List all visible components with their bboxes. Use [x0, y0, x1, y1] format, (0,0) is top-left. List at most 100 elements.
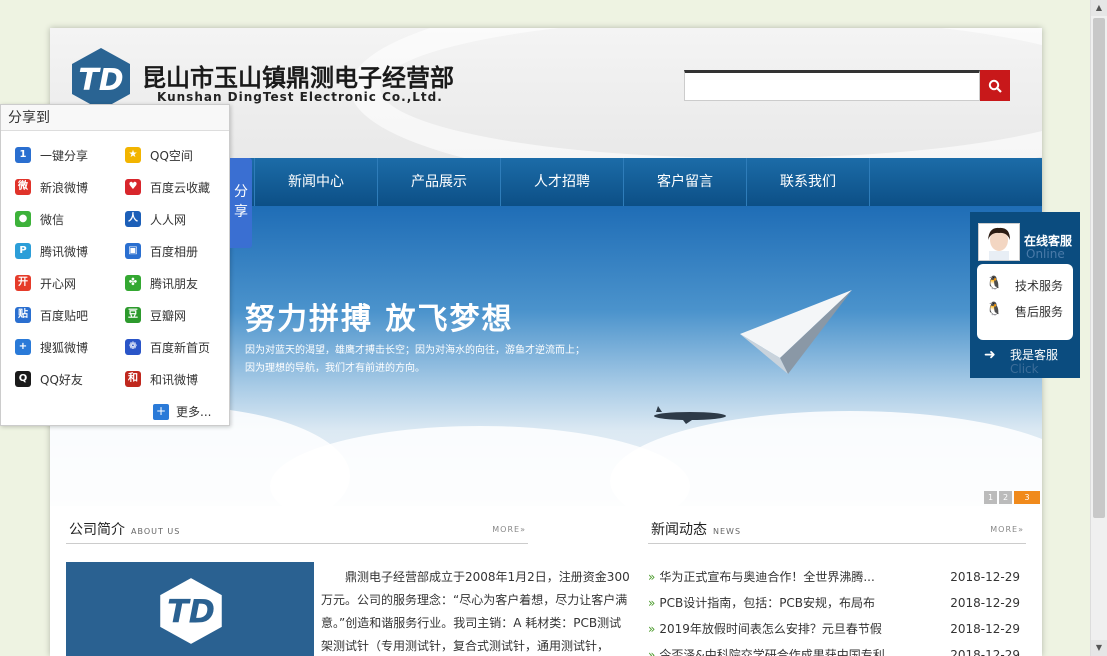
news-item-date: 2018-12-29: [950, 596, 1020, 610]
news-item[interactable]: » 2019年放假时间表怎么安排？元旦春节假 2018-12-29: [648, 618, 1026, 644]
share-item[interactable]: 豆豆瓣网: [125, 305, 225, 325]
about-section: 公司简介 ABOUT US MORE» TD 鼎测电子经营部成立于2008年1月2…: [66, 514, 630, 656]
renren-icon: 人: [125, 211, 141, 227]
scrollbar-thumb[interactable]: [1093, 18, 1105, 518]
news-item-title[interactable]: 华为正式宣布与奥迪合作！全世界沸腾...: [659, 566, 887, 592]
search-button[interactable]: [980, 70, 1010, 101]
company-logo-icon[interactable]: TD: [68, 46, 134, 112]
about-image: TD: [66, 562, 314, 656]
share-item-label: 一键分享: [40, 148, 89, 163]
share-item-label: 人人网: [150, 212, 187, 227]
news-item-date: 2018-12-29: [950, 648, 1020, 656]
share-item[interactable]: 1 一键分享: [15, 145, 115, 165]
about-text: 鼎测电子经营部成立于2008年1月2日，注册资金300万元。公司的服务理念：“尽…: [321, 570, 630, 653]
share-item-label: 新浪微博: [40, 180, 89, 195]
news-item-date: 2018-12-29: [950, 570, 1020, 584]
customer-service-widget: 在线客服 Online 🐧 技术服务 🐧 售后服务 ➜ 我是客服 Click: [970, 212, 1080, 378]
scroll-up-arrow-icon[interactable]: ▲: [1091, 0, 1107, 16]
nav-item-jobs[interactable]: 人才招聘: [501, 158, 624, 206]
hexun-icon: 和: [125, 371, 141, 387]
about-more-link[interactable]: MORE»: [492, 525, 526, 534]
scroll-down-arrow-icon[interactable]: ▼: [1091, 640, 1107, 656]
share-item[interactable]: 和和讯微博: [125, 369, 225, 389]
cs-tech-service-link[interactable]: 🐧 技术服务: [986, 276, 1063, 294]
share-item[interactable]: 开开心网: [15, 273, 115, 293]
news-title: 新闻动态 NEWS: [651, 519, 741, 539]
share-item[interactable]: ❁ 百度新首页: [125, 337, 225, 357]
news-item[interactable]: » PCB设计指南，包括：PCB安规，布局布 2018-12-29: [648, 592, 1026, 618]
banner-subtitle-2: 因为理想的导航，我们才有前进的方向。: [245, 363, 425, 374]
one-click-share-icon: 1: [15, 147, 31, 163]
about-header: 公司简介 ABOUT US MORE»: [66, 514, 528, 544]
arrow-right-icon: ➜: [984, 347, 996, 363]
share-item[interactable]: ▣ 百度相册: [125, 241, 225, 261]
share-item[interactable]: ● 微信: [15, 209, 115, 229]
cs-contact-button[interactable]: 我是客服: [1010, 346, 1058, 363]
share-item-label: 开心网: [40, 276, 77, 291]
news-item-title[interactable]: 2019年放假时间表怎么安排？元旦春节假: [659, 618, 887, 644]
news-bullet-icon: »: [648, 648, 656, 656]
baidu-album-icon: ▣: [125, 243, 141, 259]
news-section: 新闻动态 NEWS MORE» » 华为正式宣布与奥迪合作！全世界沸腾... 2018…: [648, 514, 1026, 656]
share-item-label: QQ空间: [150, 148, 193, 163]
plus-icon: +: [15, 339, 31, 355]
cs-aftersales-link[interactable]: 🐧 售后服务: [986, 302, 1063, 320]
cs-services-box: 🐧 技术服务 🐧 售后服务: [977, 264, 1073, 340]
share-item-label: 搜狐微博: [40, 340, 89, 355]
share-item-label: 和讯微博: [150, 372, 199, 387]
plus-icon: +: [153, 403, 169, 420]
agent-avatar: [978, 223, 1020, 261]
news-header: 新闻动态 NEWS MORE»: [648, 514, 1026, 544]
about-title: 公司简介 ABOUT US: [69, 519, 180, 539]
share-item-label: 百度云收藏: [150, 180, 211, 195]
share-item[interactable]: ★ QQ空间: [125, 145, 225, 165]
nav-item-products[interactable]: 产品展示: [378, 158, 501, 206]
news-item-title[interactable]: PCB设计指南，包括：PCB安规，布局布: [659, 592, 887, 618]
nav-item-messages[interactable]: 客户留言: [624, 158, 747, 206]
news-title-text: 新闻动态: [651, 522, 707, 538]
search-icon: [988, 79, 1002, 93]
paper-plane-icon: [740, 290, 852, 374]
news-item-title[interactable]: 今否泽&中科院交学研合作成果获中国专利: [659, 644, 887, 656]
share-item[interactable]: 微新浪微博: [15, 177, 115, 197]
slide-dot-3[interactable]: 3: [1014, 491, 1040, 504]
slide-dot-2[interactable]: 2: [999, 491, 1012, 504]
slide-dot-1[interactable]: 1: [984, 491, 997, 504]
share-item-label: 百度新首页: [150, 340, 211, 355]
share-item[interactable]: ♥ 百度云收藏: [125, 177, 225, 197]
qq-penguin-icon: 🐧: [986, 302, 1003, 317]
banner-subtitle-1: 因为对蓝天的渴望，雄鹰才搏击长空；因为对海水的向往，游鱼才逆流而上；: [245, 345, 585, 356]
share-more-button[interactable]: + 更多...: [153, 403, 211, 420]
qq-icon: Q: [15, 371, 31, 387]
kaixin-icon: 开: [15, 275, 31, 291]
share-item[interactable]: Q QQ好友: [15, 369, 115, 389]
share-item-label: 豆瓣网: [150, 308, 187, 323]
news-more-link[interactable]: MORE»: [990, 525, 1024, 534]
share-item[interactable]: 人人人网: [125, 209, 225, 229]
vertical-scrollbar[interactable]: ▲ ▼: [1090, 0, 1107, 656]
news-item[interactable]: » 今否泽&中科院交学研合作成果获中国专利 2018-12-29: [648, 644, 1026, 656]
share-item[interactable]: ✤ 腾讯朋友: [125, 273, 225, 293]
share-item[interactable]: + 搜狐微博: [15, 337, 115, 357]
about-title-text: 公司简介: [69, 522, 125, 538]
svg-text:TD: TD: [167, 593, 215, 631]
svg-text:TD: TD: [78, 63, 123, 98]
qzone-icon: ★: [125, 147, 141, 163]
search-input[interactable]: [684, 70, 980, 101]
cs-online-label: Online: [1026, 247, 1065, 261]
news-list: » 华为正式宣布与奥迪合作！全世界沸腾... 2018-12-29 » PCB设计指南…: [648, 566, 1026, 656]
nav-item-contact[interactable]: 联系我们: [747, 158, 870, 206]
share-item[interactable]: 贴百度贴吧: [15, 305, 115, 325]
share-popup: 分享到 1 一键分享 ★ QQ空间微新浪微博 ♥ 百度云收藏 ● 微信 人人人网 P 腾讯微博 ▣ 百度…: [0, 104, 230, 426]
news-item[interactable]: » 华为正式宣布与奥迪合作！全世界沸腾... 2018-12-29: [648, 566, 1026, 592]
sina-weibo-icon: 微: [15, 179, 31, 195]
share-popup-title: 分享到: [1, 105, 229, 131]
share-item[interactable]: P 腾讯微博: [15, 241, 115, 261]
nav-item-news[interactable]: 新闻中心: [255, 158, 378, 206]
company-logo-icon: TD: [160, 578, 222, 644]
news-bullet-icon: »: [648, 596, 656, 610]
paw-icon: ❁: [125, 339, 141, 355]
clover-icon: ✤: [125, 275, 141, 291]
share-item-label: 百度相册: [150, 244, 199, 259]
share-toggle-tab[interactable]: 分享: [230, 158, 252, 248]
